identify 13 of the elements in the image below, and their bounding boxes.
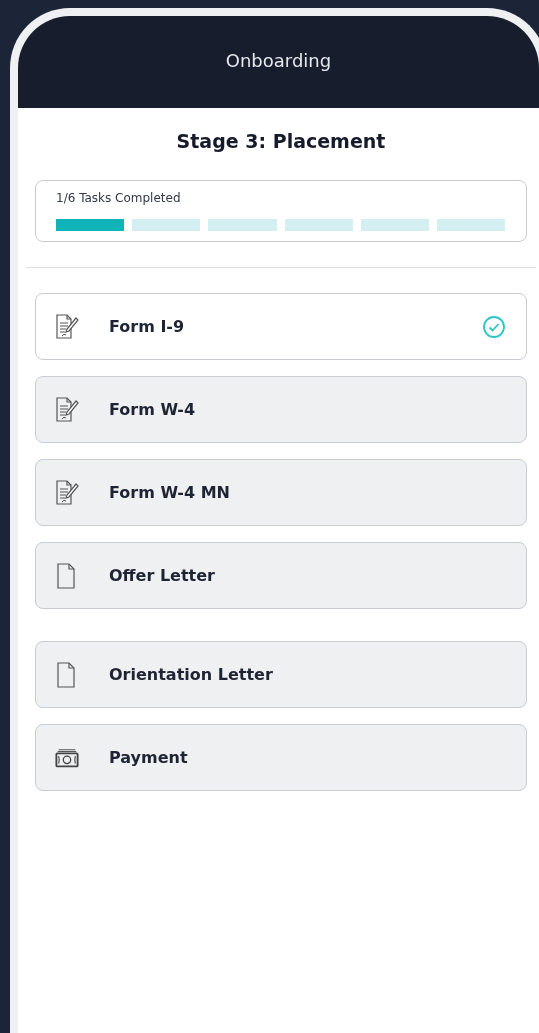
stage-title: Stage 3: Placement: [175, 129, 387, 154]
task-item[interactable]: Form W-4 MN: [35, 459, 527, 526]
task-item[interactable]: Orientation Letter: [35, 641, 527, 708]
task-item[interactable]: Form I-9: [35, 293, 527, 360]
task-item[interactable]: Payment: [35, 724, 527, 791]
task-item[interactable]: Form W-4: [35, 376, 527, 443]
progress-label: 1/6 Tasks Completed: [56, 191, 182, 205]
check-circle-icon: [482, 314, 506, 339]
form-with-pen-icon: [55, 396, 79, 423]
form-with-pen-icon: [55, 479, 79, 506]
task-item[interactable]: Offer Letter: [35, 542, 527, 609]
form-with-pen-icon: [55, 313, 79, 340]
header-title: Onboarding: [225, 49, 332, 71]
